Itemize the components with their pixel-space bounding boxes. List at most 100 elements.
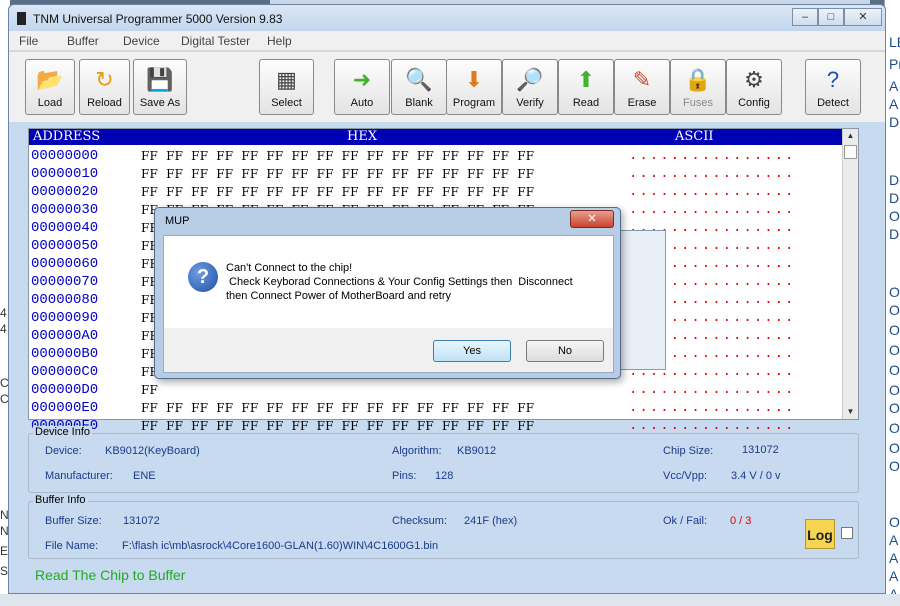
read-arrow-icon: ⬆	[576, 67, 596, 92]
verify-button[interactable]: 🔎 Verify	[502, 59, 558, 115]
floppy-disk-icon: 💾	[146, 67, 174, 92]
erase-button[interactable]: ✎ Erase	[614, 59, 670, 115]
log-button[interactable]: Log	[805, 519, 835, 549]
hex-row[interactable]: 00000000 FF FF FF FF FF FF FF FF FF FF FF…	[29, 147, 843, 165]
background-text: 4	[0, 306, 7, 320]
dialog-close-button[interactable]: ✕	[570, 210, 614, 228]
checksum-label: Checksum:	[392, 515, 448, 527]
green-arrow-icon: ➜	[352, 67, 372, 92]
menu-help[interactable]: Help	[267, 34, 292, 48]
toolbar-button-label: Blank	[405, 97, 433, 109]
folder-open-icon: 📂	[36, 67, 64, 92]
magnifier-icon: 🔍	[405, 67, 433, 92]
background-text: D	[889, 190, 900, 206]
hex-row[interactable]: 000000D0 FF................	[29, 381, 843, 399]
config-button[interactable]: ⚙ Config	[726, 59, 782, 115]
toolbar-button-label: Verify	[516, 97, 544, 109]
tools-icon: ⚙	[744, 67, 764, 92]
address-column-header: ADDRESS	[33, 129, 101, 144]
hex-column-header: HEX	[347, 129, 378, 144]
toolbar-button-label: Select	[271, 97, 302, 109]
reload-folder-icon: ↻	[95, 67, 114, 92]
blank-button[interactable]: 🔍 Blank	[391, 59, 447, 115]
background-text: A	[889, 550, 899, 566]
toolbar-button-label: Detect	[817, 97, 849, 109]
dialog-message-area: ? Can't Connect to the chip! Check Keybo…	[164, 236, 613, 328]
download-arrow-icon: ⬇	[464, 67, 484, 92]
no-button[interactable]: No	[526, 340, 604, 362]
hex-ascii: ................	[629, 202, 796, 218]
minimize-button[interactable]: –	[792, 8, 818, 26]
background-text: O	[889, 284, 900, 300]
background-text: S	[0, 564, 9, 578]
detect-button[interactable]: ? Detect	[805, 59, 861, 115]
okfail-value: 0 / 3	[730, 515, 752, 527]
toolbar-button-label: Erase	[627, 97, 657, 109]
program-button[interactable]: ⬇ Program	[446, 59, 502, 115]
yes-button[interactable]: Yes	[433, 340, 511, 362]
background-text: O	[889, 382, 900, 398]
background-text: O	[889, 440, 900, 456]
background-text: D	[889, 114, 900, 130]
menu-device[interactable]: Device	[123, 34, 160, 48]
toolbar-button-label: Program	[452, 97, 496, 109]
buffer-info-title: Buffer Info	[33, 494, 88, 506]
scroll-thumb[interactable]	[844, 145, 857, 159]
hex-address: 00000000	[31, 148, 99, 164]
menu-digital-tester[interactable]: Digital Tester	[181, 34, 250, 48]
hex-ascii: ................	[629, 148, 796, 164]
hex-row[interactable]: 00000020 FF FF FF FF FF FF FF FF FF FF FF…	[29, 183, 843, 201]
fuses-button[interactable]: 🔒 Fuses	[670, 59, 726, 115]
hex-address: 00000050	[31, 238, 99, 254]
hex-scrollbar[interactable]: ▲ ▼	[842, 129, 858, 419]
status-text: Read The Chip to Buffer	[35, 567, 186, 583]
background-text: O	[889, 362, 900, 378]
menu-buffer[interactable]: Buffer	[67, 34, 99, 48]
background-bottom-strip	[0, 594, 900, 606]
scroll-up-icon[interactable]: ▲	[843, 129, 858, 143]
hex-address: 000000E0	[31, 400, 99, 416]
hex-address: 00000080	[31, 292, 99, 308]
dialog-message-line3: then Connect Power of MotherBoard and re…	[226, 290, 452, 302]
error-dialog: MUP ✕ ? Can't Connect to the chip! Check…	[154, 207, 621, 379]
maximize-button[interactable]: □	[818, 8, 844, 26]
select-button[interactable]: ▦ Select	[259, 59, 314, 115]
ascii-column-header: ASCII	[675, 129, 714, 144]
auto-button[interactable]: ➜ Auto	[334, 59, 390, 115]
device-label: Device:	[45, 445, 82, 457]
hex-ascii: ................	[629, 166, 796, 182]
toolbar-button-label: Auto	[350, 97, 374, 109]
hex-bytes: FF	[141, 383, 159, 397]
window-title: TNM Universal Programmer 5000 Version 9.…	[33, 12, 283, 26]
hex-ascii: ................	[629, 184, 796, 200]
hex-bytes: FF FF FF FF FF FF FF FF FF FF FF FF FF F…	[141, 185, 535, 199]
question-icon: ?	[188, 262, 218, 292]
background-text: A	[889, 96, 899, 112]
dialog-message-line1: Can't Connect to the chip!	[226, 262, 353, 274]
filename-value: F:\flash ic\mb\asrock\4Core1600-GLAN(1.6…	[122, 540, 439, 552]
background-text: LE	[889, 34, 900, 50]
filename-label: File Name:	[45, 540, 99, 552]
background-text: O	[889, 400, 900, 416]
log-checkbox[interactable]	[841, 527, 853, 539]
device-info-group: Device Info Device: KB9012(KeyBoard) Man…	[28, 426, 859, 493]
read-button[interactable]: ⬆ Read	[558, 59, 614, 115]
hex-address: 000000A0	[31, 328, 99, 344]
chip-size-label: Chip Size:	[663, 445, 714, 457]
hex-row[interactable]: 00000010 FF FF FF FF FF FF FF FF FF FF FF…	[29, 165, 843, 183]
scroll-down-icon[interactable]: ▼	[843, 405, 858, 419]
background-text: O	[889, 302, 900, 318]
save-as-button[interactable]: 💾 Save As	[133, 59, 187, 115]
background-text: O	[889, 342, 900, 358]
toolbar-button-label: Save As	[139, 97, 181, 109]
menu-bar: File Buffer Device Digital Tester Help	[9, 31, 885, 51]
checksum-value: 241F (hex)	[464, 515, 518, 527]
hex-row[interactable]: 000000E0 FF FF FF FF FF FF FF FF FF FF FF…	[29, 399, 843, 417]
load-button[interactable]: 📂 Load	[25, 59, 75, 115]
background-text: O	[889, 208, 900, 224]
reload-button[interactable]: ↻ Reload	[79, 59, 130, 115]
menu-file[interactable]: File	[19, 34, 38, 48]
hex-address: 000000C0	[31, 364, 99, 380]
close-button[interactable]: ✕	[844, 8, 882, 26]
background-text: E	[0, 544, 9, 558]
